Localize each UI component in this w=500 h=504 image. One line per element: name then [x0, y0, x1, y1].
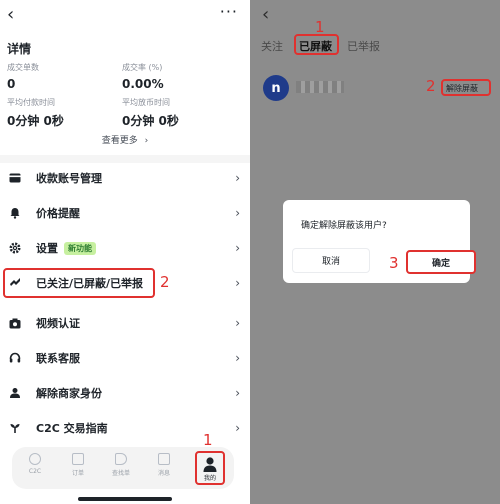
see-more-link[interactable]: 查看更多 › — [0, 133, 250, 146]
stat-avg-pay-time: 平均付款时间 0分钟 0秒 — [7, 97, 64, 129]
menu-item-label: C2C 交易指南 — [36, 422, 108, 435]
c2c-icon — [29, 453, 41, 465]
chevron-right-icon: › — [235, 206, 240, 220]
orders-icon — [72, 453, 84, 465]
confirm-dialog: 确定解除屏蔽该用户? 取消 3 确定 — [283, 200, 476, 283]
nav-tab-c2c[interactable]: C2C — [20, 453, 50, 475]
confirm-button[interactable]: 确定 — [406, 250, 476, 274]
section-title: 详情 — [7, 42, 32, 56]
stat-label: 平均付款时间 — [7, 98, 55, 107]
chevron-right-icon: › — [144, 136, 149, 146]
stat-completion-rate: 成交率 (%) 0.00% — [122, 62, 164, 91]
bottom-navigation: C2C 订单 查找单 消息 我的 — [12, 447, 234, 489]
menu-item-settings[interactable]: 设置 新功能 › — [0, 230, 250, 266]
bell-icon — [9, 207, 21, 219]
profile-panel: ‹ ··· 详情 成交单数 0 成交率 (%) 0.00% 平均付款时间 0分钟… — [0, 0, 250, 504]
menu-item-price-alert[interactable]: 价格提醒 › — [0, 195, 250, 231]
stat-value: 0 — [7, 77, 16, 91]
card-icon — [9, 172, 21, 184]
menu-item-label: 视频认证 — [36, 317, 80, 330]
nav-tab-messages[interactable]: 消息 — [149, 453, 179, 477]
chevron-right-icon: › — [235, 421, 240, 435]
tab-reported[interactable]: 已举报 — [347, 38, 380, 54]
nav-tab-me[interactable]: 我的 — [195, 451, 225, 485]
nav-label: 我的 — [203, 475, 216, 482]
stat-avg-release-time: 平均放币时间 0分钟 0秒 — [122, 97, 179, 129]
chevron-right-icon: › — [235, 241, 240, 255]
nav-label: 订单 — [71, 470, 84, 477]
menu-item-label: 设置 — [36, 242, 58, 255]
chevron-right-icon: › — [235, 316, 240, 330]
chevron-right-icon: › — [235, 276, 240, 290]
guide-icon — [9, 422, 21, 434]
message-icon — [158, 453, 170, 465]
annotation-highlight-unblock — [441, 79, 491, 96]
gear-icon — [9, 242, 21, 254]
chevron-left-icon[interactable]: ‹ — [262, 4, 269, 25]
annotation-step-number: 2 — [160, 273, 170, 291]
chevron-right-icon: › — [235, 351, 240, 365]
menu-item-video-verification[interactable]: 视频认证 › — [0, 305, 250, 341]
stat-label: 成交率 (%) — [122, 63, 163, 72]
menu-item-label: 价格提醒 — [36, 207, 80, 220]
top-bar: ‹ ··· — [0, 0, 250, 30]
blocked-list-panel: ‹ 1 关注 已屏蔽 已举报 n 2 解除屏蔽 确定解除屏蔽该用户? 取消 3 … — [250, 0, 500, 504]
more-dots-icon[interactable]: ··· — [220, 2, 238, 21]
annotation-step-number: 3 — [389, 254, 399, 272]
stat-completed-orders: 成交单数 0 — [7, 62, 39, 91]
megaphone-icon — [115, 453, 127, 465]
new-feature-badge: 新功能 — [64, 241, 96, 255]
stat-value: 0.00% — [122, 77, 164, 91]
cancel-button[interactable]: 取消 — [292, 248, 370, 273]
nav-label: C2C — [28, 468, 42, 475]
blurred-username — [296, 81, 344, 93]
annotation-step-number: 2 — [426, 77, 436, 95]
dialog-message: 确定解除屏蔽该用户? — [301, 221, 387, 231]
chevron-left-icon[interactable]: ‹ — [7, 4, 14, 25]
menu-item-customer-service[interactable]: 联系客服 › — [0, 340, 250, 376]
home-indicator — [78, 497, 172, 501]
menu-item-label: 解除商家身份 — [36, 387, 102, 400]
headset-icon — [9, 352, 21, 364]
tab-following[interactable]: 关注 — [261, 38, 283, 54]
menu-item-label: 联系客服 — [36, 352, 80, 365]
stat-label: 平均放币时间 — [122, 98, 170, 107]
nav-tab-orders[interactable]: 订单 — [63, 453, 93, 477]
menu-item-payment-accounts[interactable]: 收款账号管理 › — [0, 160, 250, 196]
stat-value: 0分钟 0秒 — [122, 114, 179, 128]
menu-item-label: 收款账号管理 — [36, 172, 102, 185]
stat-value: 0分钟 0秒 — [7, 114, 64, 128]
camera-icon — [9, 317, 21, 329]
person-icon — [202, 456, 218, 472]
merchant-icon — [9, 387, 21, 399]
avatar: n — [263, 75, 289, 101]
see-more-label: 查看更多 — [101, 136, 138, 146]
annotation-highlight-menu — [3, 268, 155, 298]
nav-label: 查找单 — [111, 470, 130, 477]
stat-label: 成交单数 — [7, 63, 39, 72]
nav-label: 消息 — [157, 470, 170, 477]
menu-item-remove-merchant[interactable]: 解除商家身份 › — [0, 375, 250, 411]
chevron-right-icon: › — [235, 171, 240, 185]
annotation-highlight-tab — [294, 34, 339, 55]
chevron-right-icon: › — [235, 386, 240, 400]
nav-tab-ads[interactable]: 查找单 — [106, 453, 136, 477]
